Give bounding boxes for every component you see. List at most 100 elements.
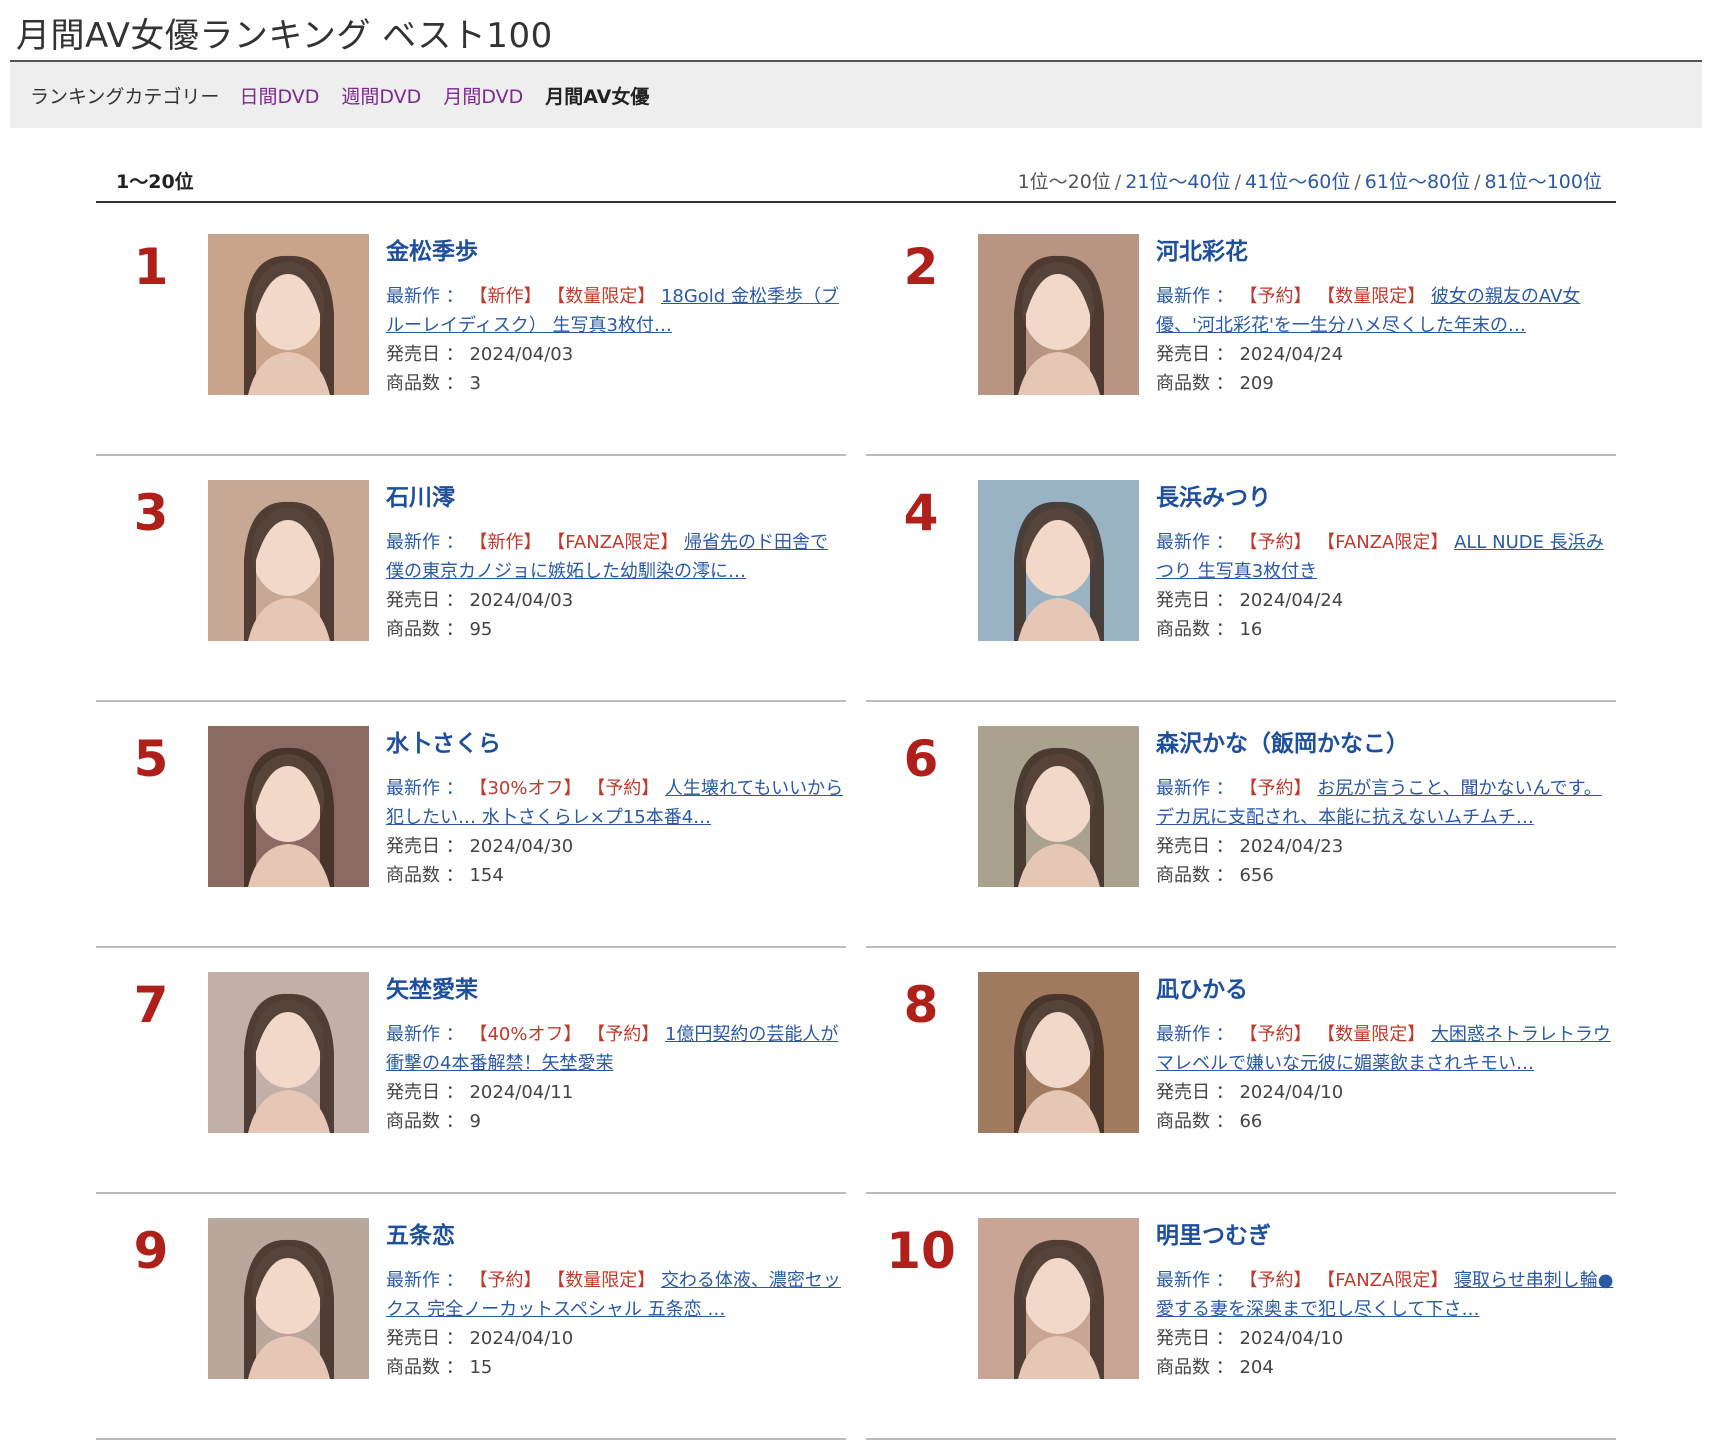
- release-date: 2024/04/23: [1239, 836, 1344, 857]
- category-link-daily-dvd[interactable]: 日間DVD: [239, 82, 319, 109]
- latest-label: 最新作: [1156, 532, 1210, 553]
- actress-photo[interactable]: [208, 480, 369, 641]
- portrait-placeholder-icon: [208, 234, 369, 395]
- latest-work-desc: 最新作 ： 【40%オフ】 【予約】 1億円契約の芸能人が衝撃の4本番解禁！矢埜…: [386, 1020, 846, 1078]
- pager-current-1-20: 1位～20位: [1017, 171, 1111, 193]
- colon: ：: [1215, 1111, 1234, 1132]
- page-title: 月間AV女優ランキング ベスト100: [16, 16, 553, 56]
- portrait-placeholder-icon: [208, 972, 369, 1133]
- actress-photo[interactable]: [978, 726, 1139, 887]
- portrait-placeholder-icon: [208, 480, 369, 641]
- actress-name-link[interactable]: 矢埜愛茉: [386, 970, 846, 1004]
- actress-name-link[interactable]: 明里つむぎ: [1156, 1216, 1616, 1250]
- release-date: 2024/04/10: [469, 1328, 574, 1349]
- latest-work-desc: 最新作 ： 【予約】 お尻が言うこと、聞かないんです。デカ尻に支配され、本能に抗…: [1156, 774, 1616, 832]
- product-count: 15: [469, 1357, 493, 1378]
- ranking-item: 4 長浜みつり 最新作 ： 【予約】 【FANZA限定】 ALL NUDE 長浜…: [866, 456, 1616, 702]
- actress-name-link[interactable]: 水卜さくら: [386, 724, 846, 758]
- pager-link-41-60[interactable]: 41位～60位: [1245, 171, 1350, 193]
- work-tags: 【予約】 【数量限定】: [1239, 1024, 1430, 1045]
- colon: ：: [1215, 865, 1234, 886]
- release-date-line: 発売日 ： 2024/04/10: [1156, 1078, 1616, 1107]
- work-tag: 【予約】: [1239, 1270, 1312, 1291]
- category-link-weekly-dvd[interactable]: 週間DVD: [341, 82, 421, 109]
- rank-number: 1: [133, 238, 169, 296]
- pager-link-21-40[interactable]: 21位～40位: [1125, 171, 1230, 193]
- count-label: 商品数: [386, 373, 440, 394]
- actress-photo[interactable]: [978, 234, 1139, 395]
- colon: ：: [445, 1270, 464, 1291]
- release-label: 発売日: [386, 590, 440, 611]
- work-tag: 【予約】: [1239, 778, 1312, 799]
- item-info: 金松季歩 最新作 ： 【新作】 【数量限定】 18Gold 金松季歩（ブルーレイ…: [386, 232, 846, 398]
- latest-work-line: 最新作 ： 【30%オフ】 【予約】 人生壊れてもいいから犯したい… 水卜さくら…: [386, 774, 846, 832]
- release-date-line: 発売日 ： 2024/04/23: [1156, 832, 1616, 861]
- work-tags: 【予約】 【数量限定】: [1239, 286, 1430, 307]
- category-link-monthly-dvd[interactable]: 月間DVD: [443, 82, 523, 109]
- pager-separator: /: [1354, 171, 1361, 193]
- item-info: 五条恋 最新作 ： 【予約】 【数量限定】 交わる体液、濃密セックス 完全ノーカ…: [386, 1216, 846, 1382]
- item-info: 河北彩花 最新作 ： 【予約】 【数量限定】 彼女の親友のAV女優、'河北彩花'…: [1156, 232, 1616, 398]
- actress-photo[interactable]: [208, 972, 369, 1133]
- colon: ：: [1215, 373, 1234, 394]
- ranking-item: 1 金松季歩 最新作 ： 【新作】 【数量限定】 18Gold 金松季歩（ブルー…: [96, 210, 846, 456]
- latest-work-line: 最新作 ： 【予約】 お尻が言うこと、聞かないんです。デカ尻に支配され、本能に抗…: [1156, 774, 1616, 832]
- actress-photo[interactable]: [208, 726, 369, 887]
- work-tags: 【予約】 【FANZA限定】: [1239, 1270, 1454, 1291]
- actress-photo[interactable]: [978, 1218, 1139, 1379]
- release-date-line: 発売日 ： 2024/04/10: [1156, 1324, 1616, 1353]
- release-date: 2024/04/11: [469, 1082, 574, 1103]
- release-date: 2024/04/24: [1239, 344, 1344, 365]
- category-current-monthly-actress: 月間AV女優: [545, 85, 650, 108]
- ranking-item: 7 矢埜愛茉 最新作 ： 【40%オフ】 【予約】 1億円契約の芸能人が衝撃の4…: [96, 948, 846, 1194]
- actress-photo[interactable]: [208, 1218, 369, 1379]
- product-count: 9: [469, 1111, 481, 1132]
- release-label: 発売日: [386, 836, 440, 857]
- work-tags: 【予約】 【FANZA限定】: [1239, 532, 1454, 553]
- colon: ：: [445, 590, 464, 611]
- actress-name-link[interactable]: 凪ひかる: [1156, 970, 1616, 1004]
- actress-photo[interactable]: [978, 972, 1139, 1133]
- actress-name-link[interactable]: 長浜みつり: [1156, 478, 1616, 512]
- ranking-item: 10 明里つむぎ 最新作 ： 【予約】 【FANZA限定】 寝取らせ串刺し輪● …: [866, 1194, 1616, 1440]
- ranking-item: 8 凪ひかる 最新作 ： 【予約】 【数量限定】 大困惑ネトラレトラウマレベルで…: [866, 948, 1616, 1194]
- rank-number: 5: [133, 730, 169, 788]
- release-date: 2024/04/10: [1239, 1328, 1344, 1349]
- pager-link-81-100[interactable]: 81位～100位: [1485, 171, 1602, 193]
- colon: ：: [445, 286, 464, 307]
- actress-name-link[interactable]: 石川澪: [386, 478, 846, 512]
- work-tags: 【30%オフ】 【予約】: [469, 778, 664, 799]
- count-label: 商品数: [1156, 1357, 1210, 1378]
- product-count: 209: [1239, 373, 1274, 394]
- latest-work-line: 最新作 ： 【予約】 【数量限定】 彼女の親友のAV女優、'河北彩花'を一生分ハ…: [1156, 282, 1616, 340]
- actress-name-link[interactable]: 五条恋: [386, 1216, 846, 1250]
- actress-photo[interactable]: [208, 234, 369, 395]
- work-tag: 【予約】: [1239, 1024, 1312, 1045]
- release-date: 2024/04/03: [469, 590, 574, 611]
- release-label: 発売日: [1156, 836, 1210, 857]
- work-tag: 【FANZA限定】: [547, 532, 679, 553]
- pager-link-61-80[interactable]: 61位～80位: [1365, 171, 1470, 193]
- release-date: 2024/04/10: [1239, 1082, 1344, 1103]
- product-count-line: 商品数 ： 95: [386, 615, 846, 644]
- work-tag: 【数量限定】: [547, 1270, 656, 1291]
- release-label: 発売日: [1156, 344, 1210, 365]
- latest-label: 最新作: [1156, 1270, 1210, 1291]
- latest-label: 最新作: [1156, 778, 1210, 799]
- actress-name-link[interactable]: 金松季歩: [386, 232, 846, 266]
- work-tag: 【新作】: [469, 286, 542, 307]
- actress-photo[interactable]: [978, 480, 1139, 641]
- release-label: 発売日: [1156, 590, 1210, 611]
- release-date: 2024/04/24: [1239, 590, 1344, 611]
- category-label: ランキングカテゴリー: [30, 85, 220, 108]
- actress-name-link[interactable]: 森沢かな（飯岡かなこ）: [1156, 724, 1616, 758]
- work-tag: 【予約】: [1239, 532, 1312, 553]
- count-label: 商品数: [386, 619, 440, 640]
- actress-name-link[interactable]: 河北彩花: [1156, 232, 1616, 266]
- count-label: 商品数: [1156, 619, 1210, 640]
- release-date-line: 発売日 ： 2024/04/10: [386, 1324, 846, 1353]
- release-date: 2024/04/30: [469, 836, 574, 857]
- rank-number: 9: [133, 1222, 169, 1280]
- release-label: 発売日: [386, 1328, 440, 1349]
- colon: ：: [1215, 1270, 1234, 1291]
